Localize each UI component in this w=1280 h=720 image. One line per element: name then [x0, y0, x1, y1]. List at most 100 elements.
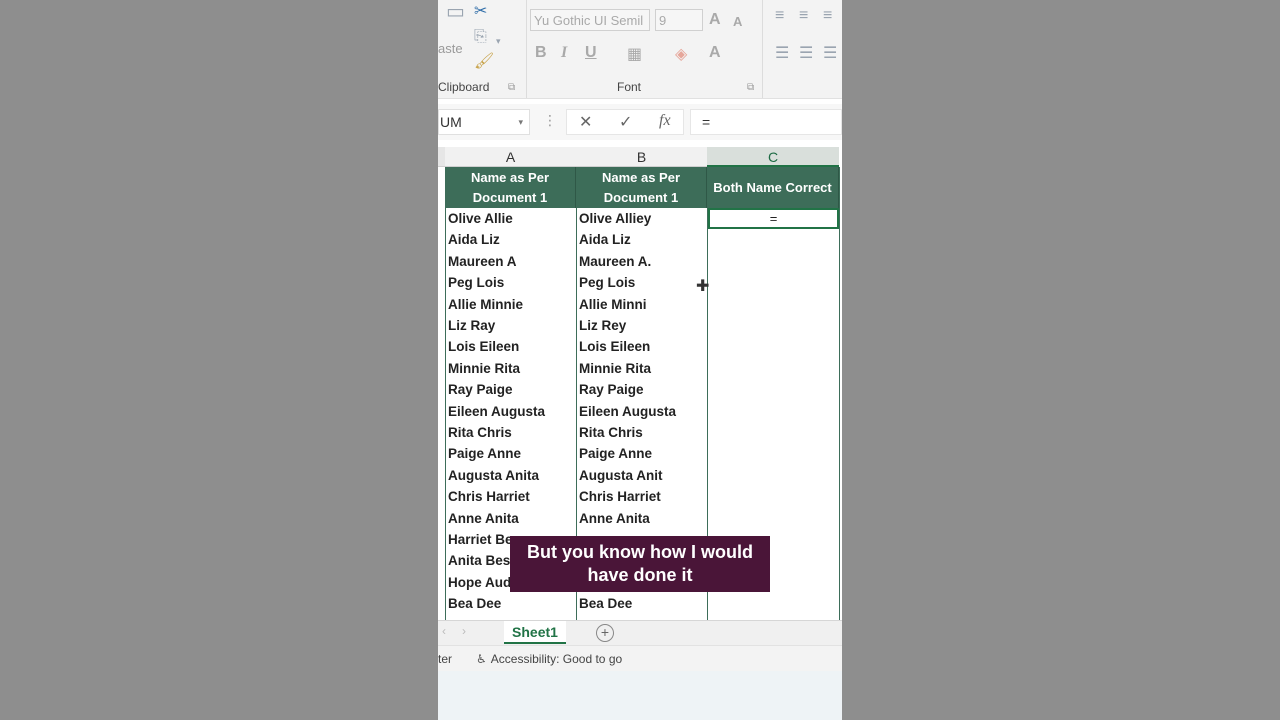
cell-column-b[interactable]: Paige Anne — [579, 443, 705, 464]
align-top-icon[interactable]: ≡ — [775, 8, 784, 24]
underline-button[interactable]: U — [585, 44, 597, 62]
fill-color-icon[interactable]: ◈ — [675, 44, 687, 64]
font-color-button[interactable]: A — [709, 44, 721, 62]
bold-button[interactable]: B — [535, 44, 547, 62]
cell-column-b[interactable]: Anne Anita — [579, 508, 705, 529]
cell-column-a[interactable]: Lois Eileen — [448, 336, 574, 357]
tab-prev-icon[interactable]: ‹ — [442, 624, 446, 638]
accessibility-status[interactable]: ♿ Accessibility: Good to go — [476, 646, 622, 672]
blurred-background-right — [842, 0, 1280, 720]
cell-column-b[interactable]: Bea Dee — [579, 593, 705, 614]
chevron-down-icon[interactable]: ▾ — [496, 33, 501, 49]
cell-column-b[interactable]: Ray Paige — [579, 379, 705, 400]
cell-column-a[interactable]: Eileen Augusta — [448, 401, 574, 422]
sheet-tab-sheet1[interactable]: Sheet1 — [504, 621, 566, 644]
cell-column-b[interactable]: Lois Eileen — [579, 336, 705, 357]
font-name-value: Yu Gothic UI Semil — [534, 13, 644, 28]
chevron-down-icon[interactable]: ▾ — [518, 110, 523, 134]
borders-icon[interactable]: ▦ — [627, 44, 642, 64]
cell-column-a[interactable]: Olive Allie — [448, 208, 574, 229]
align-left-icon[interactable]: ☰ — [775, 46, 789, 62]
formula-buttons: ✕ ✓ fx — [566, 109, 684, 135]
font-name-box[interactable]: Yu Gothic UI Semil — [530, 9, 650, 31]
name-box-value: UM — [440, 114, 462, 130]
active-cell-c2[interactable]: = — [708, 208, 839, 229]
header-cell-a[interactable]: Name as Per Document 1 — [445, 167, 576, 208]
cell-column-b[interactable]: Eileen Augusta — [579, 401, 705, 422]
paste-label[interactable]: aste — [438, 41, 463, 56]
subtitle-line-1: But you know how I would — [527, 542, 753, 562]
font-size-box[interactable]: 9 — [655, 9, 703, 31]
header-cell-a-text: Name as Per Document 1 — [470, 169, 550, 205]
paste-icon[interactable]: ▭ — [446, 2, 465, 22]
status-bar: ter ♿ Accessibility: Good to go — [438, 645, 842, 672]
cell-column-a[interactable]: Augusta Anita — [448, 465, 574, 486]
cell-column-b[interactable]: Chris Harriet — [579, 486, 705, 507]
column-header-b[interactable]: B — [576, 147, 707, 167]
cell-column-a[interactable]: Minnie Rita — [448, 358, 574, 379]
cancel-icon[interactable]: ✕ — [579, 112, 592, 132]
dialog-launcher-icon[interactable]: ⧉ — [508, 82, 515, 93]
cell-column-a[interactable]: Anne Anita — [448, 508, 574, 529]
formula-bar: UM ▾ ⋮ ✕ ✓ fx = — [438, 104, 842, 140]
copy-icon[interactable]: ⎘ — [474, 29, 487, 45]
cell-column-b[interactable]: Allie Minni — [579, 294, 705, 315]
format-painter-icon[interactable]: 🖌 — [474, 54, 494, 70]
table-row: Minnie Rita Minnie Rita — [438, 358, 842, 379]
select-all-corner[interactable] — [438, 147, 445, 167]
cell-column-b[interactable]: Liz Rey — [579, 315, 705, 336]
cell-column-a[interactable]: Bea Dee — [448, 593, 574, 614]
font-dialog-launcher-icon[interactable]: ⧉ — [747, 82, 754, 93]
status-left-text: ter — [438, 652, 453, 666]
cell-column-a[interactable]: Chris Harriet — [448, 486, 574, 507]
cell-column-b[interactable]: Minnie Rita — [579, 358, 705, 379]
cell-column-b[interactable]: Maureen A. — [579, 251, 705, 272]
ribbon: ▭ aste ✂ ⎘ ▾ 🖌 Clipboard ⧉ Yu Gothic UI … — [438, 0, 842, 99]
cell-column-a[interactable]: Allie Minnie — [448, 294, 574, 315]
align-right-icon[interactable]: ☰ — [823, 46, 837, 62]
cell-column-a[interactable]: Peg Lois — [448, 272, 574, 293]
table-row: Anne Anita Anne Anita — [438, 508, 842, 529]
cell-column-b[interactable]: Aida Liz — [579, 229, 705, 250]
cell-column-b[interactable]: Olive Alliey — [579, 208, 705, 229]
cell-column-a[interactable]: Maureen A — [448, 251, 574, 272]
align-bottom-icon[interactable]: ≡ — [823, 8, 832, 24]
insert-function-icon[interactable]: fx — [659, 112, 671, 130]
cell-column-a[interactable]: Rita Chris — [448, 422, 574, 443]
alignment-group: ≡ ≡ ≡ ☰ ☰ ☰ — [762, 0, 842, 98]
excel-window: ▭ aste ✂ ⎘ ▾ 🖌 Clipboard ⧉ Yu Gothic UI … — [438, 0, 842, 720]
font-group: Yu Gothic UI Semil 9 A A B I U ▦ ◈ A Fon… — [526, 0, 761, 98]
column-header-a[interactable]: A — [445, 147, 576, 167]
header-cell-c[interactable]: Both Name Correct — [707, 167, 839, 208]
cell-column-a[interactable]: Paige Anne — [448, 443, 574, 464]
cell-column-a[interactable]: Ray Paige — [448, 379, 574, 400]
grow-font-button[interactable]: A — [709, 11, 721, 29]
header-cell-b-text: Name as Per Document 1 — [601, 169, 681, 205]
cell-column-b[interactable]: Peg Lois — [579, 272, 705, 293]
enter-icon[interactable]: ✓ — [619, 112, 632, 132]
add-sheet-button[interactable]: + — [596, 624, 614, 642]
align-middle-icon[interactable]: ≡ — [799, 8, 808, 24]
formula-input[interactable]: = — [690, 109, 842, 135]
shrink-font-button[interactable]: A — [733, 14, 742, 29]
accessibility-text: Accessibility: Good to go — [490, 652, 623, 666]
column-header-c[interactable]: C — [707, 147, 839, 167]
cell-column-a[interactable]: Liz Ray — [448, 315, 574, 336]
header-cell-b[interactable]: Name as Per Document 1 — [576, 167, 707, 208]
table-row: Paige Anne Paige Anne — [438, 443, 842, 464]
formula-value: = — [702, 114, 711, 130]
cell-column-b[interactable]: Rita Chris — [579, 422, 705, 443]
cut-icon[interactable]: ✂ — [474, 4, 487, 20]
cell-column-a[interactable]: Aida Liz — [448, 229, 574, 250]
italic-button[interactable]: I — [561, 44, 567, 62]
font-size-value: 9 — [659, 13, 667, 28]
cell-column-b[interactable]: Augusta Anit — [579, 465, 705, 486]
table-row: Peg Lois Peg Lois — [438, 272, 842, 293]
table-row: Liz Ray Liz Rey — [438, 315, 842, 336]
clipboard-group: ▭ aste ✂ ⎘ ▾ 🖌 Clipboard ⧉ — [438, 0, 524, 98]
more-options-icon[interactable]: ⋮ — [543, 112, 557, 129]
name-box[interactable]: UM ▾ — [438, 109, 530, 135]
tab-next-icon[interactable]: › — [462, 624, 466, 638]
table-row: Bea Dee Bea Dee — [438, 593, 842, 614]
align-center-icon[interactable]: ☰ — [799, 46, 813, 62]
